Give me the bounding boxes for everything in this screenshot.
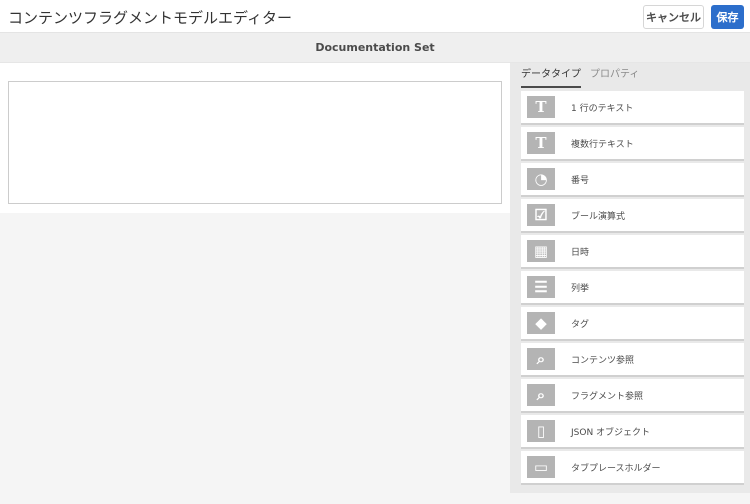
editor-canvas xyxy=(0,63,510,213)
data-type-label: 列挙 xyxy=(571,283,590,294)
folder-search-icon: ⌕ xyxy=(527,348,555,370)
data-type-item[interactable]: ⌕ フラグメント参照 xyxy=(521,379,744,413)
tab-data-types[interactable]: データタイプ xyxy=(521,68,581,88)
cancel-button[interactable]: キャンセル xyxy=(643,5,704,29)
data-type-item[interactable]: ▯ JSON オブジェクト xyxy=(521,415,744,449)
data-type-label: 1 行のテキスト xyxy=(571,103,634,114)
data-type-item[interactable]: ☰ 列挙 xyxy=(521,271,744,305)
folder-search-icon: ⌕ xyxy=(527,384,555,406)
data-type-label: ブール演算式 xyxy=(571,211,626,222)
data-type-label: コンテンツ参照 xyxy=(571,355,635,366)
sidebar: データタイプ プロパティ T 1 行のテキスト T 複数行テキスト ◔ 番号 ☑ ブール演算式… xyxy=(510,63,750,493)
drop-zone[interactable] xyxy=(8,81,502,204)
data-type-item[interactable]: ☑ ブール演算式 xyxy=(521,199,744,233)
text-icon: T xyxy=(527,132,555,154)
tab-properties[interactable]: プロパティ xyxy=(590,68,639,88)
data-type-label: JSON オブジェクト xyxy=(571,427,651,438)
calendar-icon: ▦ xyxy=(527,240,555,262)
tab-icon: ▭ xyxy=(527,456,555,478)
json-file-icon: ▯ xyxy=(527,420,555,442)
model-name: Documentation Set xyxy=(0,33,750,63)
page-title: コンテンツフラグメントモデルエディター xyxy=(8,9,292,27)
checkbox-icon: ☑ xyxy=(527,204,555,226)
header: コンテンツフラグメントモデルエディター キャンセル 保存 xyxy=(0,0,750,33)
data-type-item[interactable]: T 1 行のテキスト xyxy=(521,91,744,125)
data-type-item[interactable]: ⌕ コンテンツ参照 xyxy=(521,343,744,377)
gauge-icon: ◔ xyxy=(527,168,555,190)
save-button[interactable]: 保存 xyxy=(711,5,744,29)
data-type-label: タグ xyxy=(571,319,590,330)
data-type-label: 日時 xyxy=(571,247,590,258)
data-type-item[interactable]: T 複数行テキスト xyxy=(521,127,744,161)
data-type-label: 番号 xyxy=(571,175,590,186)
data-type-label: フラグメント参照 xyxy=(571,391,644,402)
data-type-item[interactable]: ◔ 番号 xyxy=(521,163,744,197)
data-type-label: タブプレースホルダー xyxy=(571,463,661,474)
data-type-item[interactable]: ▦ 日時 xyxy=(521,235,744,269)
data-type-item[interactable]: ◆ タグ xyxy=(521,307,744,341)
list-icon: ☰ xyxy=(527,276,555,298)
text-icon: T xyxy=(527,96,555,118)
data-type-label: 複数行テキスト xyxy=(571,139,634,150)
tag-icon: ◆ xyxy=(527,312,555,334)
data-type-item[interactable]: ▭ タブプレースホルダー xyxy=(521,451,744,485)
